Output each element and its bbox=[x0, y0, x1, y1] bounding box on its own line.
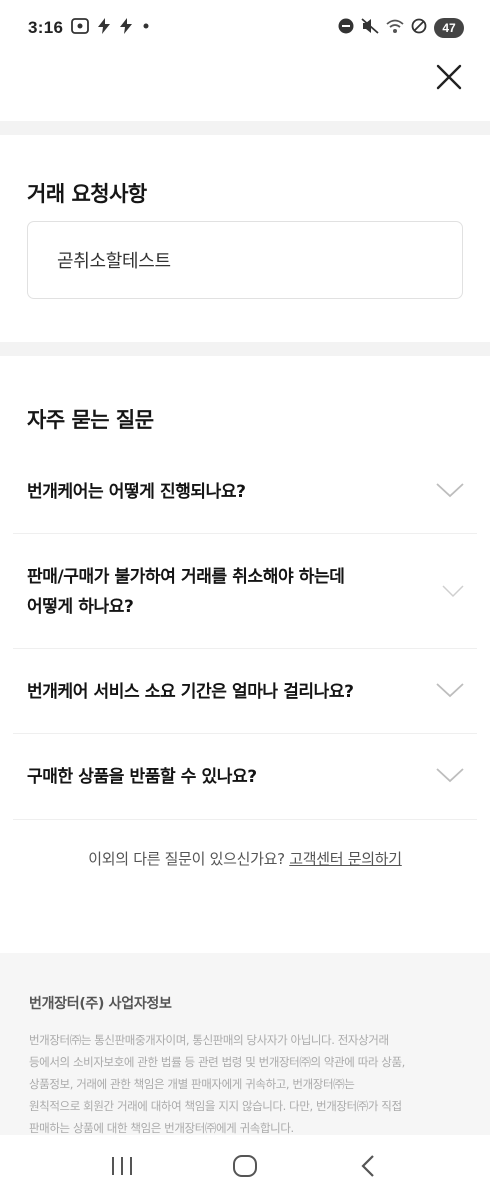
request-section-title: 거래 요청사항 bbox=[27, 182, 147, 206]
faq-question: 번개케어 서비스 소요 기간은 얼마나 걸리나요? bbox=[27, 682, 354, 702]
flash-icon bbox=[97, 18, 111, 38]
close-button[interactable] bbox=[428, 58, 470, 100]
faq-question-line: 어떻게 하나요? bbox=[27, 597, 134, 617]
faq-separator bbox=[13, 648, 477, 649]
chevron-down-icon bbox=[436, 767, 464, 787]
home-icon bbox=[232, 1154, 258, 1182]
back-button[interactable] bbox=[338, 1143, 398, 1193]
home-button[interactable] bbox=[215, 1143, 275, 1193]
business-info-line: 번개장터㈜는 통신판매중개자이며, 통신판매의 당사자가 아닙니다. 전자상거래 bbox=[29, 1033, 389, 1047]
customer-center-link[interactable]: 고객센터 문의하기 bbox=[289, 850, 402, 868]
request-field-value: 곧취소할테스트 bbox=[57, 251, 171, 272]
notification-dot-icon bbox=[141, 18, 151, 38]
do-not-disturb-icon bbox=[338, 18, 354, 38]
status-time: 3:16 bbox=[28, 18, 64, 37]
more-questions-text: 이외의 다른 질문이 있으신가요? bbox=[88, 850, 285, 868]
chevron-down-icon bbox=[436, 482, 464, 502]
status-bar: 3:16 47 bbox=[0, 0, 490, 56]
faq-question-line: 판매/구매가 불가하여 거래를 취소해야 하는데 bbox=[27, 567, 345, 587]
system-nav-bar bbox=[0, 1135, 490, 1200]
faq-item[interactable]: 번개케어 서비스 소요 기간은 얼마나 걸리나요? bbox=[0, 672, 490, 712]
faq-item[interactable]: 구매한 상품을 반품할 수 있나요? bbox=[0, 757, 490, 797]
faq-item[interactable]: 번개케어는 어떻게 진행되나요? bbox=[0, 472, 490, 512]
faq-item[interactable]: 판매/구매가 불가하여 거래를 취소해야 하는데 어떻게 하나요? bbox=[0, 561, 490, 623]
faq-separator bbox=[13, 733, 477, 734]
business-info-line: 상품정보, 거래에 관한 책임은 개별 판매자에게 귀속하고, 번개장터㈜는 bbox=[29, 1077, 355, 1091]
request-field[interactable]: 곧취소할테스트 bbox=[27, 221, 463, 299]
mute-icon bbox=[361, 18, 379, 38]
section-divider bbox=[0, 342, 490, 356]
back-icon bbox=[360, 1154, 376, 1182]
faq-question: 구매한 상품을 반품할 수 있나요? bbox=[27, 767, 257, 787]
blocked-icon bbox=[411, 18, 427, 38]
business-info-title: 번개장터(주) 사업자정보 bbox=[29, 996, 172, 1012]
battery-indicator: 47 bbox=[434, 18, 464, 38]
section-divider bbox=[0, 121, 490, 135]
recent-apps-button[interactable] bbox=[92, 1143, 152, 1193]
business-info-line: 등에서의 소비자보호에 관한 법률 등 관련 법령 및 번개장터㈜의 약관에 따… bbox=[29, 1055, 405, 1069]
faq-separator bbox=[13, 533, 477, 534]
recent-apps-icon bbox=[110, 1155, 134, 1181]
close-icon bbox=[436, 64, 462, 94]
business-info-text: 번개장터㈜는 통신판매중개자이며, 통신판매의 당사자가 아닙니다. 전자상거래… bbox=[29, 1029, 463, 1139]
business-info-line: 원칙적으로 회원간 거래에 대하여 책임을 지지 않습니다. 다만, 번개장터㈜… bbox=[29, 1099, 402, 1113]
wifi-icon bbox=[386, 18, 404, 38]
business-info-footer: 번개장터(주) 사업자정보 번개장터㈜는 통신판매중개자이며, 통신판매의 당사… bbox=[0, 953, 490, 1135]
faq-question: 판매/구매가 불가하여 거래를 취소해야 하는데 어떻게 하나요? bbox=[27, 562, 345, 622]
faq-separator bbox=[13, 819, 477, 820]
screenshot-icon bbox=[71, 18, 90, 38]
faq-section-title: 자주 묻는 질문 bbox=[27, 408, 154, 432]
chevron-down-icon bbox=[436, 682, 464, 702]
status-right: 47 bbox=[338, 18, 464, 38]
faq-question: 번개케어는 어떻게 진행되나요? bbox=[27, 482, 246, 502]
more-questions-row: 이외의 다른 질문이 있으신가요? 고객센터 문의하기 bbox=[0, 848, 490, 869]
chevron-down-icon bbox=[442, 583, 464, 602]
flash-icon bbox=[119, 18, 133, 38]
status-left: 3:16 bbox=[28, 18, 151, 38]
